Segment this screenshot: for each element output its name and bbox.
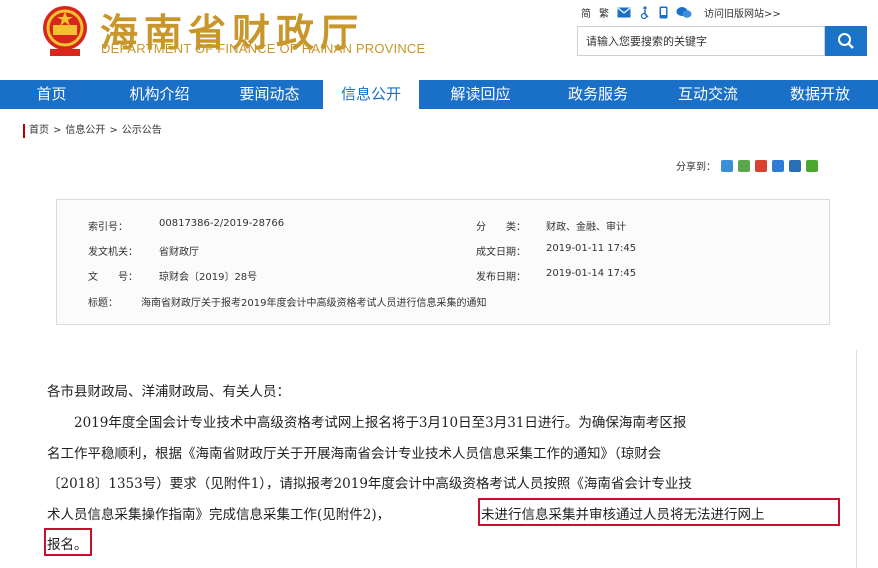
accessibility-icon[interactable]	[639, 5, 651, 19]
breadcrumb-current[interactable]: 公示公告	[122, 125, 162, 136]
subject-label: 标题：	[88, 298, 118, 309]
share-wechat-icon[interactable]	[738, 159, 750, 172]
site-title-en: DEPARTMENT OF FINANCE OF HAINAN PROVINCE	[101, 41, 426, 56]
highlight-box	[478, 498, 840, 526]
created-value: 2019-01-11 17:45	[546, 243, 637, 254]
index-value: 00817386-2/2019-28766	[159, 218, 285, 229]
share-weibo-icon[interactable]	[755, 159, 767, 172]
category-label: 分 类：	[476, 222, 526, 233]
site-header: 海南省财政厅 DEPARTMENT OF FINANCE OF HAINAN P…	[0, 0, 878, 80]
issuer-value: 省财政厅	[159, 247, 199, 258]
search-input[interactable]	[577, 26, 825, 56]
search-button[interactable]	[825, 26, 867, 56]
nav-item-interaction[interactable]: 互动交流	[654, 80, 762, 109]
docno-value: 琼财会〔2019〕28号	[159, 272, 258, 283]
mobile-icon[interactable]	[659, 6, 668, 19]
docno-label: 文 号：	[88, 272, 138, 283]
document-metadata: 索引号： 00817386-2/2019-28766 分 类： 财政、金融、审计…	[56, 199, 830, 325]
issuer-label: 发文机关：	[88, 247, 138, 258]
subject-value: 海南省财政厅关于报考2019年度会计中高级资格考试人员进行信息采集的通知	[141, 298, 487, 309]
index-label: 索引号：	[88, 222, 128, 233]
nav-item-home[interactable]: 首页	[0, 80, 103, 109]
share-douban-icon[interactable]	[806, 159, 818, 172]
breadcrumb-separator: >	[109, 125, 118, 136]
national-emblem-icon	[43, 6, 87, 56]
nav-item-interpretation[interactable]: 解读回应	[419, 80, 542, 109]
nav-item-open-data[interactable]: 数据开放	[762, 80, 878, 109]
paragraph-line: 术人员信息采集操作指南》完成信息采集工作(见附件2)，	[47, 507, 391, 523]
old-site-link[interactable]: 访问旧版网站>>	[704, 5, 781, 20]
wechat-icon[interactable]	[676, 6, 692, 19]
content-divider	[856, 350, 857, 568]
top-links: 简 繁 访问旧版网站>>	[581, 4, 781, 20]
paragraph-line: 名工作平稳顺利，根据《海南省财政厅关于开展海南省会计专业技术人员信息采集工作的通…	[47, 446, 662, 462]
lang-traditional-link[interactable]: 繁	[599, 5, 609, 20]
lang-simplified-link[interactable]: 简	[581, 5, 591, 20]
nav-item-services[interactable]: 政务服务	[542, 80, 654, 109]
share-qq-icon[interactable]	[772, 159, 784, 172]
main-nav: 首页 机构介绍 要闻动态 信息公开 解读回应 政务服务 互动交流 数据开放	[0, 80, 878, 109]
search-icon	[838, 33, 854, 49]
paragraph-line: 〔2018〕1353号）要求（见附件1），请拟报考2019年度会计中高级资格考试…	[47, 476, 692, 492]
published-label: 发布日期：	[476, 272, 526, 283]
share-qzone-icon[interactable]	[721, 159, 733, 172]
breadcrumb-separator: >	[53, 125, 62, 136]
published-value: 2019-01-14 17:45	[546, 268, 637, 279]
share-label: 分享到：	[676, 162, 716, 173]
mail-icon[interactable]	[617, 7, 631, 18]
nav-item-about[interactable]: 机构介绍	[103, 80, 216, 109]
breadcrumb: 首页 > 信息公开 > 公示公告	[23, 124, 162, 138]
highlight-box	[44, 528, 92, 556]
share-renren-icon[interactable]	[789, 159, 801, 172]
created-label: 成文日期：	[476, 247, 526, 258]
category-value: 财政、金融、审计	[546, 222, 626, 233]
breadcrumb-home[interactable]: 首页	[29, 125, 49, 136]
nav-item-news[interactable]: 要闻动态	[216, 80, 323, 109]
breadcrumb-section[interactable]: 信息公开	[65, 125, 105, 136]
share-bar: 分享到：	[676, 158, 818, 173]
nav-item-info-disclosure[interactable]: 信息公开	[323, 80, 419, 109]
salutation: 各市县财政局、洋浦财政局、有关人员：	[47, 384, 290, 400]
paragraph-line: 2019年度全国会计专业技术中高级资格考试网上报名将于3月10日至3月31日进行…	[74, 415, 687, 431]
